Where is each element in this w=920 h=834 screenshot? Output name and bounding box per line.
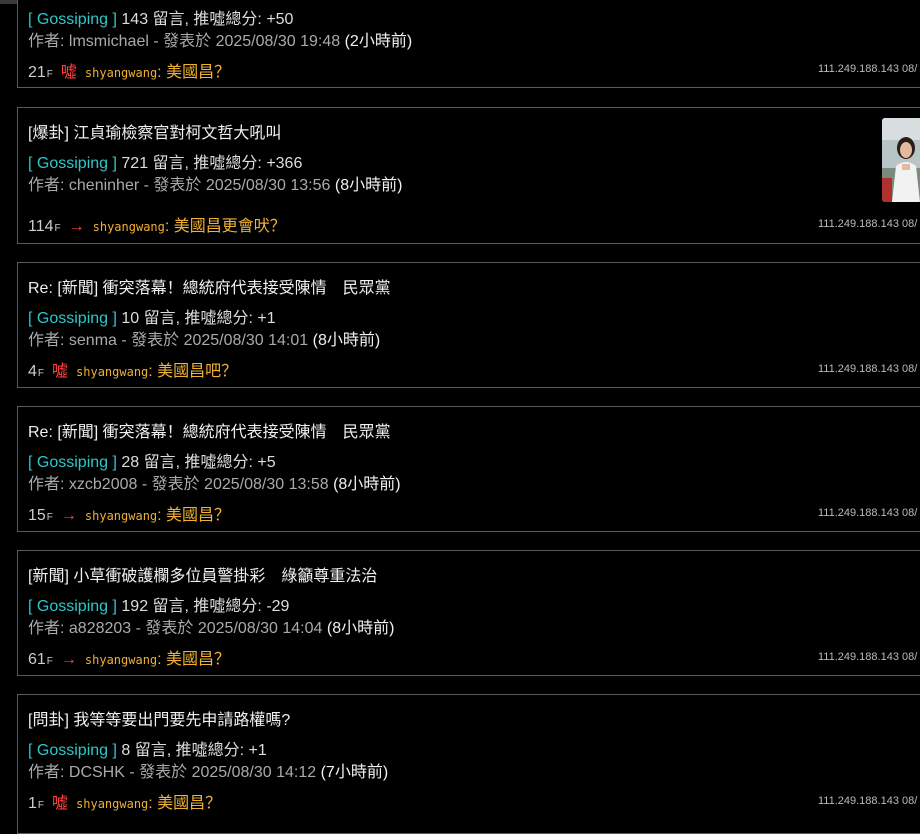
post-stats: [ Gossiping ] 28 留言, 推噓總分: +5 xyxy=(28,448,276,472)
floor-number: 15 xyxy=(28,507,46,524)
post-card[interactable]: [爆卦] 江貞瑜檢察官對柯文哲大吼叫 [ Gossiping ] 721 留言,… xyxy=(17,107,920,244)
post-stats-text: 8 留言, 推噓總分: +1 xyxy=(121,742,267,759)
push-tag-boo: 噓 xyxy=(52,795,69,812)
post-title[interactable]: [爆卦] 江貞瑜檢察官對柯文哲大吼叫 xyxy=(28,119,281,143)
push-ip-time: 111.249.188.143 08/ xyxy=(818,795,918,807)
push-tag-boo: 噓 xyxy=(60,64,77,81)
post-author-line: 作者: cheninher - 發表於 2025/08/30 13:56 (8小… xyxy=(28,171,402,195)
floor-suffix: F xyxy=(46,512,53,523)
post-title[interactable]: Re: [新聞] 衝突落幕！總統府代表接受陳情 民眾黨 xyxy=(28,418,391,442)
push-user[interactable]: shyangwang xyxy=(76,365,148,379)
push-content: 美國昌？ xyxy=(166,64,231,81)
post-stats: [ Gossiping ] 192 留言, 推噓總分: -29 xyxy=(28,592,289,616)
push-ip-time: 111.249.188.143 08/ xyxy=(818,651,918,663)
post-author-line: 作者: senma - 發表於 2025/08/30 14:01 (8小時前) xyxy=(28,326,380,350)
post-thumbnail[interactable] xyxy=(882,118,920,202)
post-card[interactable]: [ Gossiping ] 143 留言, 推噓總分: +50 作者: lmsm… xyxy=(17,0,920,88)
push-content: 美國昌？ xyxy=(157,795,222,812)
post-title[interactable]: [問卦] 我等等要出門要先申請路權嗎? xyxy=(28,706,290,730)
post-time-ago: (8小時前) xyxy=(333,476,401,493)
post-stats-text: 192 留言, 推噓總分: -29 xyxy=(121,598,290,615)
post-stats: [ Gossiping ] 143 留言, 推噓總分: +50 xyxy=(28,5,293,29)
push-content: 美國昌吧？ xyxy=(157,363,238,380)
post-author-line: 作者: xzcb2008 - 發表於 2025/08/30 13:58 (8小時… xyxy=(28,470,401,494)
push-ip-time: 111.249.188.143 08/ xyxy=(818,63,918,75)
post-time-ago: (8小時前) xyxy=(312,332,381,349)
post-title[interactable]: [新聞] 小草衝破護欄多位員警掛彩 綠籲尊重法治 xyxy=(28,562,377,586)
board-link[interactable]: [ Gossiping ] xyxy=(28,310,117,327)
board-link[interactable]: [ Gossiping ] xyxy=(28,742,117,759)
post-author-line: 作者: DCSHK - 發表於 2025/08/30 14:12 (7小時前) xyxy=(28,758,388,782)
post-author-line: 作者: a828203 - 發表於 2025/08/30 14:04 (8小時前… xyxy=(28,614,394,638)
push-ip-time: 111.249.188.143 08/ xyxy=(818,363,918,375)
board-link[interactable]: [ Gossiping ] xyxy=(28,11,117,28)
post-author: 作者: DCSHK - 發表於 2025/08/30 14:12 xyxy=(28,764,317,781)
floor-suffix: F xyxy=(46,69,53,80)
push-tag-arrow: → xyxy=(60,507,77,524)
floor-number: 114 xyxy=(28,218,54,235)
push-user[interactable]: shyangwang xyxy=(76,797,148,811)
push-content: 美國昌更會吠？ xyxy=(173,218,286,235)
push-tag-arrow: → xyxy=(60,651,77,668)
push-user[interactable]: shyangwang xyxy=(85,653,157,667)
push-comment: 114F → shyangwang: 美國昌更會吠？ xyxy=(28,218,286,235)
push-user[interactable]: shyangwang xyxy=(85,509,157,523)
board-link[interactable]: [ Gossiping ] xyxy=(28,454,117,471)
post-stats: [ Gossiping ] 8 留言, 推噓總分: +1 xyxy=(28,736,267,760)
push-comment: 1F 噓 shyangwang: 美國昌？ xyxy=(28,795,222,812)
post-author: 作者: cheninher - 發表於 2025/08/30 13:56 xyxy=(28,177,331,194)
push-comment: 61F → shyangwang: 美國昌？ xyxy=(28,651,231,668)
push-content: 美國昌？ xyxy=(166,507,231,524)
push-content: 美國昌？ xyxy=(166,651,231,668)
floor-suffix: F xyxy=(37,800,45,811)
floor-number: 21 xyxy=(28,64,46,81)
post-time-ago: (7小時前) xyxy=(320,764,389,781)
post-stats: [ Gossiping ] 721 留言, 推噓總分: +366 xyxy=(28,149,302,173)
post-card[interactable]: Re: [新聞] 衝突落幕！總統府代表接受陳情 民眾黨 [ Gossiping … xyxy=(17,406,920,532)
post-author: 作者: senma - 發表於 2025/08/30 14:01 xyxy=(28,332,309,349)
floor-number: 4 xyxy=(28,363,37,380)
post-time-ago: (8小時前) xyxy=(326,620,395,637)
post-stats-text: 28 留言, 推噓總分: +5 xyxy=(121,454,276,471)
floor-suffix: F xyxy=(46,656,53,667)
push-ip-time: 111.249.188.143 08/ xyxy=(818,507,918,519)
post-stats-text: 721 留言, 推噓總分: +366 xyxy=(121,155,303,172)
push-tag-arrow: → xyxy=(68,218,85,235)
board-link[interactable]: [ Gossiping ] xyxy=(28,598,117,615)
push-ip-time: 111.249.188.143 08/ xyxy=(818,218,918,230)
post-stats-text: 143 留言, 推噓總分: +50 xyxy=(121,11,294,28)
push-user[interactable]: shyangwang xyxy=(93,220,165,234)
post-card[interactable]: Re: [新聞] 衝突落幕！總統府代表接受陳情 民眾黨 [ Gossiping … xyxy=(17,262,920,388)
push-comment: 15F → shyangwang: 美國昌？ xyxy=(28,507,231,524)
floor-number: 61 xyxy=(28,651,46,668)
floor-suffix: F xyxy=(54,223,61,234)
post-card[interactable]: [問卦] 我等等要出門要先申請路權嗎? [ Gossiping ] 8 留言, … xyxy=(17,694,920,834)
post-author: 作者: a828203 - 發表於 2025/08/30 14:04 xyxy=(28,620,323,637)
post-stats-text: 10 留言, 推噓總分: +1 xyxy=(121,310,276,327)
push-tag-boo: 噓 xyxy=(52,363,69,380)
push-comment: 4F 噓 shyangwang: 美國昌吧？ xyxy=(28,363,238,380)
post-author-line: 作者: lmsmichael - 發表於 2025/08/30 19:48 (2… xyxy=(28,27,412,51)
thumbnail-image xyxy=(882,118,920,202)
post-stats: [ Gossiping ] 10 留言, 推噓總分: +1 xyxy=(28,304,276,328)
post-author: 作者: xzcb2008 - 發表於 2025/08/30 13:58 xyxy=(28,476,329,493)
push-user[interactable]: shyangwang xyxy=(85,66,157,80)
post-time-ago: (8小時前) xyxy=(334,177,403,194)
post-time-ago: (2小時前) xyxy=(344,33,413,50)
push-comment: 21F 噓 shyangwang: 美國昌？ xyxy=(28,64,231,81)
floor-suffix: F xyxy=(37,368,45,379)
post-title[interactable]: Re: [新聞] 衝突落幕！總統府代表接受陳情 民眾黨 xyxy=(28,274,391,298)
post-card[interactable]: [新聞] 小草衝破護欄多位員警掛彩 綠籲尊重法治 [ Gossiping ] 1… xyxy=(17,550,920,676)
post-author: 作者: lmsmichael - 發表於 2025/08/30 19:48 xyxy=(28,33,341,50)
floor-number: 1 xyxy=(28,795,37,812)
board-link[interactable]: [ Gossiping ] xyxy=(28,155,117,172)
